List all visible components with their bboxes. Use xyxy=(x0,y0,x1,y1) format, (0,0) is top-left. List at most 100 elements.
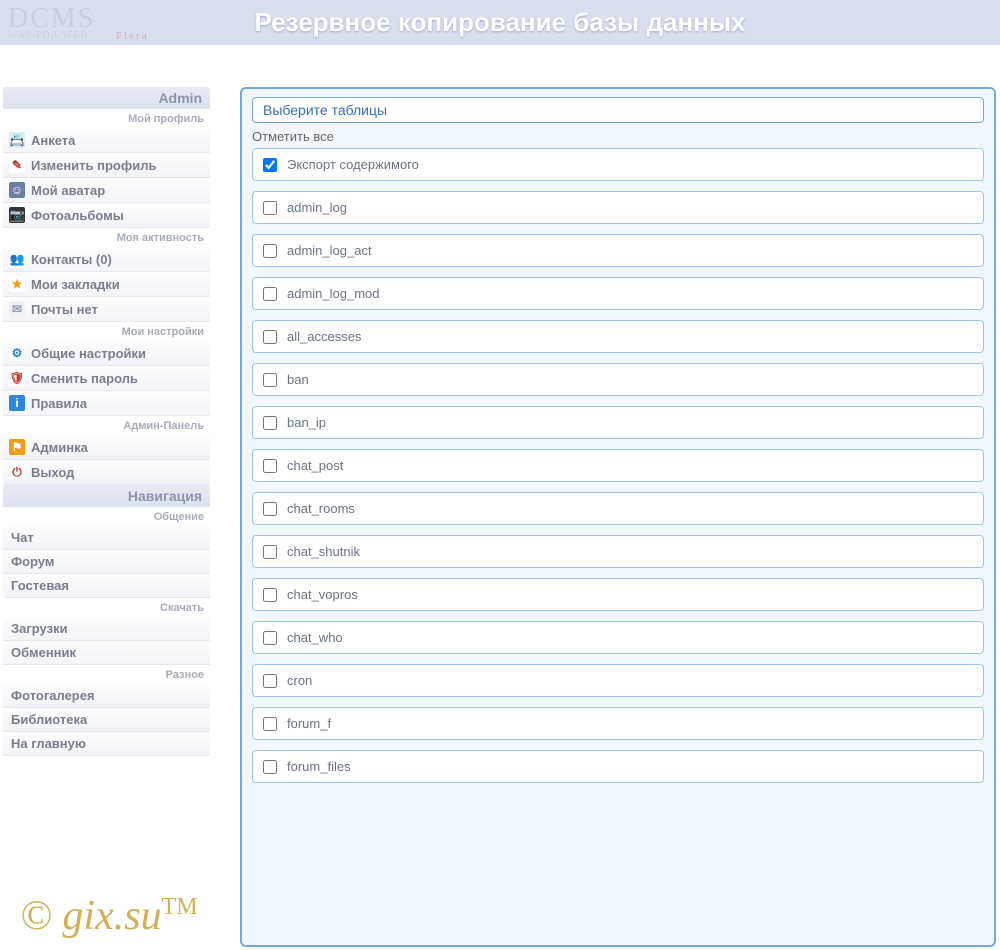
sidebar-group-label: Моя активность xyxy=(3,228,210,247)
sidebar-item[interactable]: 📇Анкета xyxy=(3,128,210,153)
table-row: chat_rooms xyxy=(252,492,984,525)
sidebar-section-header: Admin xyxy=(3,87,210,109)
export-content-row: Экспорт содержимого xyxy=(252,148,984,181)
sidebar-item-label: Почты нет xyxy=(31,302,98,317)
table-row: chat_who xyxy=(252,621,984,654)
sidebar-item[interactable]: ★ Мои закладки xyxy=(3,272,210,297)
sidebar-item[interactable]: Форум xyxy=(3,550,210,574)
sidebar-item[interactable]: i Правила xyxy=(3,391,210,416)
table-name: Экспорт содержимого xyxy=(287,157,419,172)
table-checkbox[interactable] xyxy=(263,502,277,516)
edit-icon: ✎ xyxy=(9,157,25,173)
camera-icon: 📷 xyxy=(9,207,25,223)
main-content: Выберите таблицы Отметить все Экспорт со… xyxy=(210,87,1000,947)
table-name: cron xyxy=(287,673,312,688)
table-checkbox[interactable] xyxy=(263,717,277,731)
sidebar-item-label: Мой аватар xyxy=(31,183,105,198)
sidebar-item-label: Сменить пароль xyxy=(31,371,138,386)
sidebar-group-label: Скачать xyxy=(3,598,210,617)
table-name: admin_log_act xyxy=(287,243,372,258)
page-title: Резервное копирование базы данных xyxy=(254,7,745,38)
table-row: forum_files xyxy=(252,750,984,783)
power-icon: ⏻ xyxy=(9,464,25,480)
sidebar-item[interactable]: 👥Контакты (0) xyxy=(3,247,210,272)
mail-icon: ✉ xyxy=(9,301,25,317)
table-row: ban_ip xyxy=(252,406,984,439)
sidebar-group-label: Разное xyxy=(3,665,210,684)
page-header: DCMS WAP/PDA/WEB Flera Резервное копиров… xyxy=(0,0,1000,45)
table-row: ban xyxy=(252,363,984,396)
sidebar-item[interactable]: ✎Изменить профиль xyxy=(3,153,210,178)
sidebar-item[interactable]: ⚑Админка xyxy=(3,435,210,460)
mark-all-link[interactable]: Отметить все xyxy=(252,129,984,144)
table-row: admin_log xyxy=(252,191,984,224)
table-name: chat_shutnik xyxy=(287,544,360,559)
table-row: admin_log_act xyxy=(252,234,984,267)
table-name: ban_ip xyxy=(287,415,326,430)
sidebar-item-label: Выход xyxy=(31,465,74,480)
sidebar-item[interactable]: ✉ Почты нет xyxy=(3,297,210,322)
avatar-icon: ☺ xyxy=(9,182,25,198)
table-checkbox[interactable] xyxy=(263,287,277,301)
table-name: chat_who xyxy=(287,630,343,645)
sidebar-item[interactable]: На главную xyxy=(3,732,210,756)
table-checkbox[interactable] xyxy=(263,373,277,387)
table-name: chat_rooms xyxy=(287,501,355,516)
table-checkbox[interactable] xyxy=(263,674,277,688)
table-row: chat_vopros xyxy=(252,578,984,611)
sidebar-item[interactable]: Фотогалерея xyxy=(3,684,210,708)
sidebar: AdminМой профиль📇Анкета✎Изменить профиль… xyxy=(0,87,210,947)
sidebar-group-label: Админ-Панель xyxy=(3,416,210,435)
table-checkbox[interactable] xyxy=(263,459,277,473)
table-name: forum_f xyxy=(287,716,331,731)
table-name: all_accesses xyxy=(287,329,361,344)
table-checkbox[interactable] xyxy=(263,244,277,258)
table-row: chat_post xyxy=(252,449,984,482)
table-row: cron xyxy=(252,664,984,697)
table-checkbox[interactable] xyxy=(263,545,277,559)
table-checkbox[interactable] xyxy=(263,588,277,602)
logo-sub: WAP/PDA/WEB xyxy=(8,31,95,41)
table-checkbox[interactable] xyxy=(263,416,277,430)
logo-main: DCMS xyxy=(8,3,95,34)
sidebar-item[interactable]: ⏻ Выход xyxy=(3,460,210,485)
table-name: admin_log xyxy=(287,200,347,215)
sidebar-item[interactable]: Обменник xyxy=(3,641,210,665)
table-checkbox[interactable] xyxy=(263,760,277,774)
table-name: chat_vopros xyxy=(287,587,358,602)
gear-icon: ⚙ xyxy=(9,345,25,361)
admin-icon: ⚑ xyxy=(9,439,25,455)
sidebar-item[interactable]: 📷 Фотоальбомы xyxy=(3,203,210,228)
table-row: chat_shutnik xyxy=(252,535,984,568)
sidebar-group-label: Общение xyxy=(3,507,210,526)
bookmarks-icon: ★ xyxy=(9,276,25,292)
sidebar-item[interactable]: Библиотека xyxy=(3,708,210,732)
sidebar-item[interactable]: Загрузки xyxy=(3,617,210,641)
sidebar-item[interactable]: Чат xyxy=(3,526,210,550)
info-icon: i xyxy=(9,395,25,411)
table-name: ban xyxy=(287,372,309,387)
table-checkbox[interactable] xyxy=(263,631,277,645)
table-name: admin_log_mod xyxy=(287,286,380,301)
sidebar-item-label: Общие настройки xyxy=(31,346,146,361)
sidebar-item[interactable]: ⚙ Общие настройки xyxy=(3,341,210,366)
sidebar-item[interactable]: 🛡Сменить пароль xyxy=(3,366,210,391)
table-row: admin_log_mod xyxy=(252,277,984,310)
sidebar-item-label: Фотоальбомы xyxy=(31,208,124,223)
sidebar-item[interactable]: Гостевая xyxy=(3,574,210,598)
sidebar-group-label: Мои настройки xyxy=(3,322,210,341)
sidebar-item-label: Мои закладки xyxy=(31,277,120,292)
table-checkbox[interactable] xyxy=(263,201,277,215)
table-checkbox[interactable] xyxy=(263,158,277,172)
table-row: forum_f xyxy=(252,707,984,740)
sidebar-item-label: Анкета xyxy=(31,133,75,148)
table-row: all_accesses xyxy=(252,320,984,353)
sidebar-item-label: Правила xyxy=(31,396,87,411)
panel-legend: Выберите таблицы xyxy=(252,97,984,123)
sidebar-item[interactable]: ☺ Мой аватар xyxy=(3,178,210,203)
logo-extra: Flera xyxy=(116,31,149,42)
table-checkbox[interactable] xyxy=(263,330,277,344)
table-name: forum_files xyxy=(287,759,351,774)
sidebar-group-label: Мой профиль xyxy=(3,109,210,128)
table-name: chat_post xyxy=(287,458,343,473)
